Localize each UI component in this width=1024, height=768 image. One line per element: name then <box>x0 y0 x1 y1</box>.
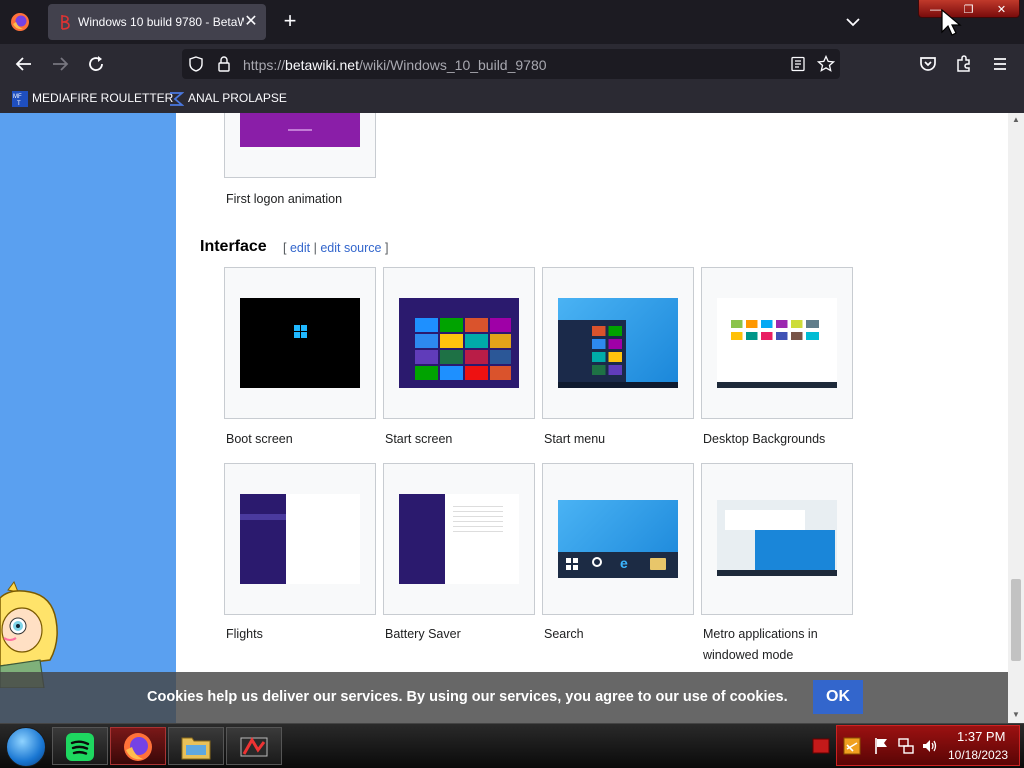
url-text[interactable]: https://betawiki.net/wiki/Windows_10_bui… <box>243 57 547 73</box>
gallery-caption: Flights <box>226 627 263 641</box>
scroll-thumb[interactable] <box>1011 579 1021 661</box>
scroll-down-icon[interactable]: ▼ <box>1012 711 1020 719</box>
edit-source-link[interactable]: edit source <box>320 241 381 255</box>
tab-close-icon[interactable]: ✕ <box>242 13 260 31</box>
vertical-scrollbar[interactable]: ▲ ▼ <box>1008 113 1024 723</box>
close-window-button[interactable]: ✕ <box>985 3 1018 20</box>
chevron-down-icon[interactable] <box>842 12 864 32</box>
start-screen-thumbnail <box>399 298 519 388</box>
taskbar-app-firefox[interactable] <box>110 727 166 765</box>
mouse-cursor-icon <box>941 8 962 36</box>
gallery-item-boot-screen[interactable] <box>224 267 376 419</box>
firefox-icon <box>124 733 152 761</box>
first-logon-thumbnail <box>240 113 360 147</box>
new-tab-button[interactable]: + <box>278 10 302 34</box>
gallery-item-search[interactable]: e <box>542 463 694 615</box>
bookmarks-toolbar: MF T MEDIAFIRE ROULETTER ANAL PROLAPSE <box>0 84 1024 113</box>
desktop-backgrounds-thumbnail <box>717 298 837 388</box>
reader-view-icon[interactable] <box>790 56 806 72</box>
start-button[interactable] <box>6 727 46 767</box>
gallery-caption: Start screen <box>385 432 453 446</box>
mediafire-icon: MF T <box>12 90 28 107</box>
clock-time[interactable]: 1:37 PM <box>957 729 1005 744</box>
gallery-caption: Start menu <box>544 432 606 446</box>
cookie-message: Cookies help us deliver our services. By… <box>147 689 788 705</box>
volume-icon[interactable] <box>921 737 939 755</box>
pocket-icon[interactable] <box>916 52 940 76</box>
navigation-toolbar: https://betawiki.net/wiki/Windows_10_bui… <box>0 44 1024 84</box>
tab-title: Windows 10 build 9780 - BetaWiki <box>78 15 244 29</box>
file-explorer-icon <box>181 737 211 760</box>
forward-arrow-icon[interactable] <box>48 52 72 76</box>
taskbar-app-misc[interactable] <box>226 727 282 765</box>
firefox-icon[interactable] <box>10 12 30 32</box>
article-content: First logon animation Interface [ edit |… <box>176 113 1008 723</box>
back-arrow-icon[interactable] <box>12 52 36 76</box>
tab-bar: Windows 10 build 9780 - BetaWiki ✕ + — ❐ ✕ <box>0 0 1024 44</box>
gallery-caption: Search <box>544 627 584 641</box>
gallery-caption: First logon animation <box>226 192 343 206</box>
reload-icon[interactable] <box>84 52 108 76</box>
gallery-caption: Battery Saver <box>385 627 461 641</box>
tray-app-icon[interactable] <box>843 737 861 755</box>
gallery-item-desktop-backgrounds[interactable] <box>701 267 853 419</box>
bookmark-star-icon[interactable] <box>817 55 835 73</box>
action-center-flag-icon[interactable] <box>873 737 889 755</box>
url-bar[interactable]: https://betawiki.net/wiki/Windows_10_bui… <box>182 49 840 79</box>
clock-date[interactable]: 10/18/2023 <box>948 748 1008 762</box>
extensions-puzzle-icon[interactable] <box>952 52 976 76</box>
bookmark-second[interactable]: ANAL PROLAPSE <box>168 88 287 108</box>
boot-screen-thumbnail <box>240 298 360 388</box>
edit-link[interactable]: edit <box>290 241 310 255</box>
scroll-up-icon[interactable]: ▲ <box>1012 116 1020 124</box>
gallery-item-start-menu[interactable] <box>542 267 694 419</box>
windows-taskbar: 1:37 PM 10/18/2023 <box>0 723 1024 768</box>
cookie-ok-button[interactable]: OK <box>813 680 863 714</box>
gallery-caption: Desktop Backgrounds <box>703 432 826 446</box>
section-heading: Interface <box>200 238 267 255</box>
gallery-caption: Boot screen <box>226 432 293 446</box>
flights-thumbnail <box>240 494 360 584</box>
gallery-item-start-screen[interactable] <box>383 267 535 419</box>
shield-icon[interactable] <box>188 56 204 72</box>
window-controls: — ❐ ✕ <box>918 0 1020 18</box>
sigma-icon <box>170 91 184 106</box>
gallery-caption: Metro applications in windowed mode <box>703 627 818 662</box>
svg-text:MF: MF <box>13 94 22 100</box>
taskbar-app-spotify[interactable] <box>52 727 108 765</box>
betawiki-favicon <box>61 15 70 30</box>
cookie-banner: Cookies help us deliver our services. By… <box>0 672 1008 723</box>
page-viewport: First logon animation Interface [ edit |… <box>0 113 1024 723</box>
gallery-item-battery-saver[interactable] <box>383 463 535 615</box>
gallery-item-metro-apps[interactable] <box>701 463 853 615</box>
metro-apps-thumbnail <box>717 500 837 576</box>
svg-text:T: T <box>17 101 21 107</box>
search-thumbnail: e <box>558 500 678 578</box>
gallery-item-first-logon[interactable] <box>224 113 376 178</box>
edit-section-links: [ edit | edit source ] <box>283 241 389 255</box>
battery-saver-thumbnail <box>399 494 519 584</box>
start-menu-thumbnail <box>558 298 678 388</box>
notification-app-icon[interactable] <box>812 738 830 754</box>
gallery-item-flights[interactable] <box>224 463 376 615</box>
app-icon <box>240 737 268 757</box>
spotify-icon <box>66 733 94 761</box>
system-tray: 1:37 PM 10/18/2023 <box>836 725 1020 766</box>
lock-icon[interactable] <box>217 55 231 73</box>
taskbar-app-file-explorer[interactable] <box>168 727 224 765</box>
bookmark-mediafire[interactable]: MF T MEDIAFIRE ROULETTER <box>12 88 173 108</box>
hamburger-menu-icon[interactable] <box>988 52 1012 76</box>
active-tab[interactable]: Windows 10 build 9780 - BetaWiki ✕ <box>48 4 266 40</box>
network-icon[interactable] <box>897 737 915 755</box>
